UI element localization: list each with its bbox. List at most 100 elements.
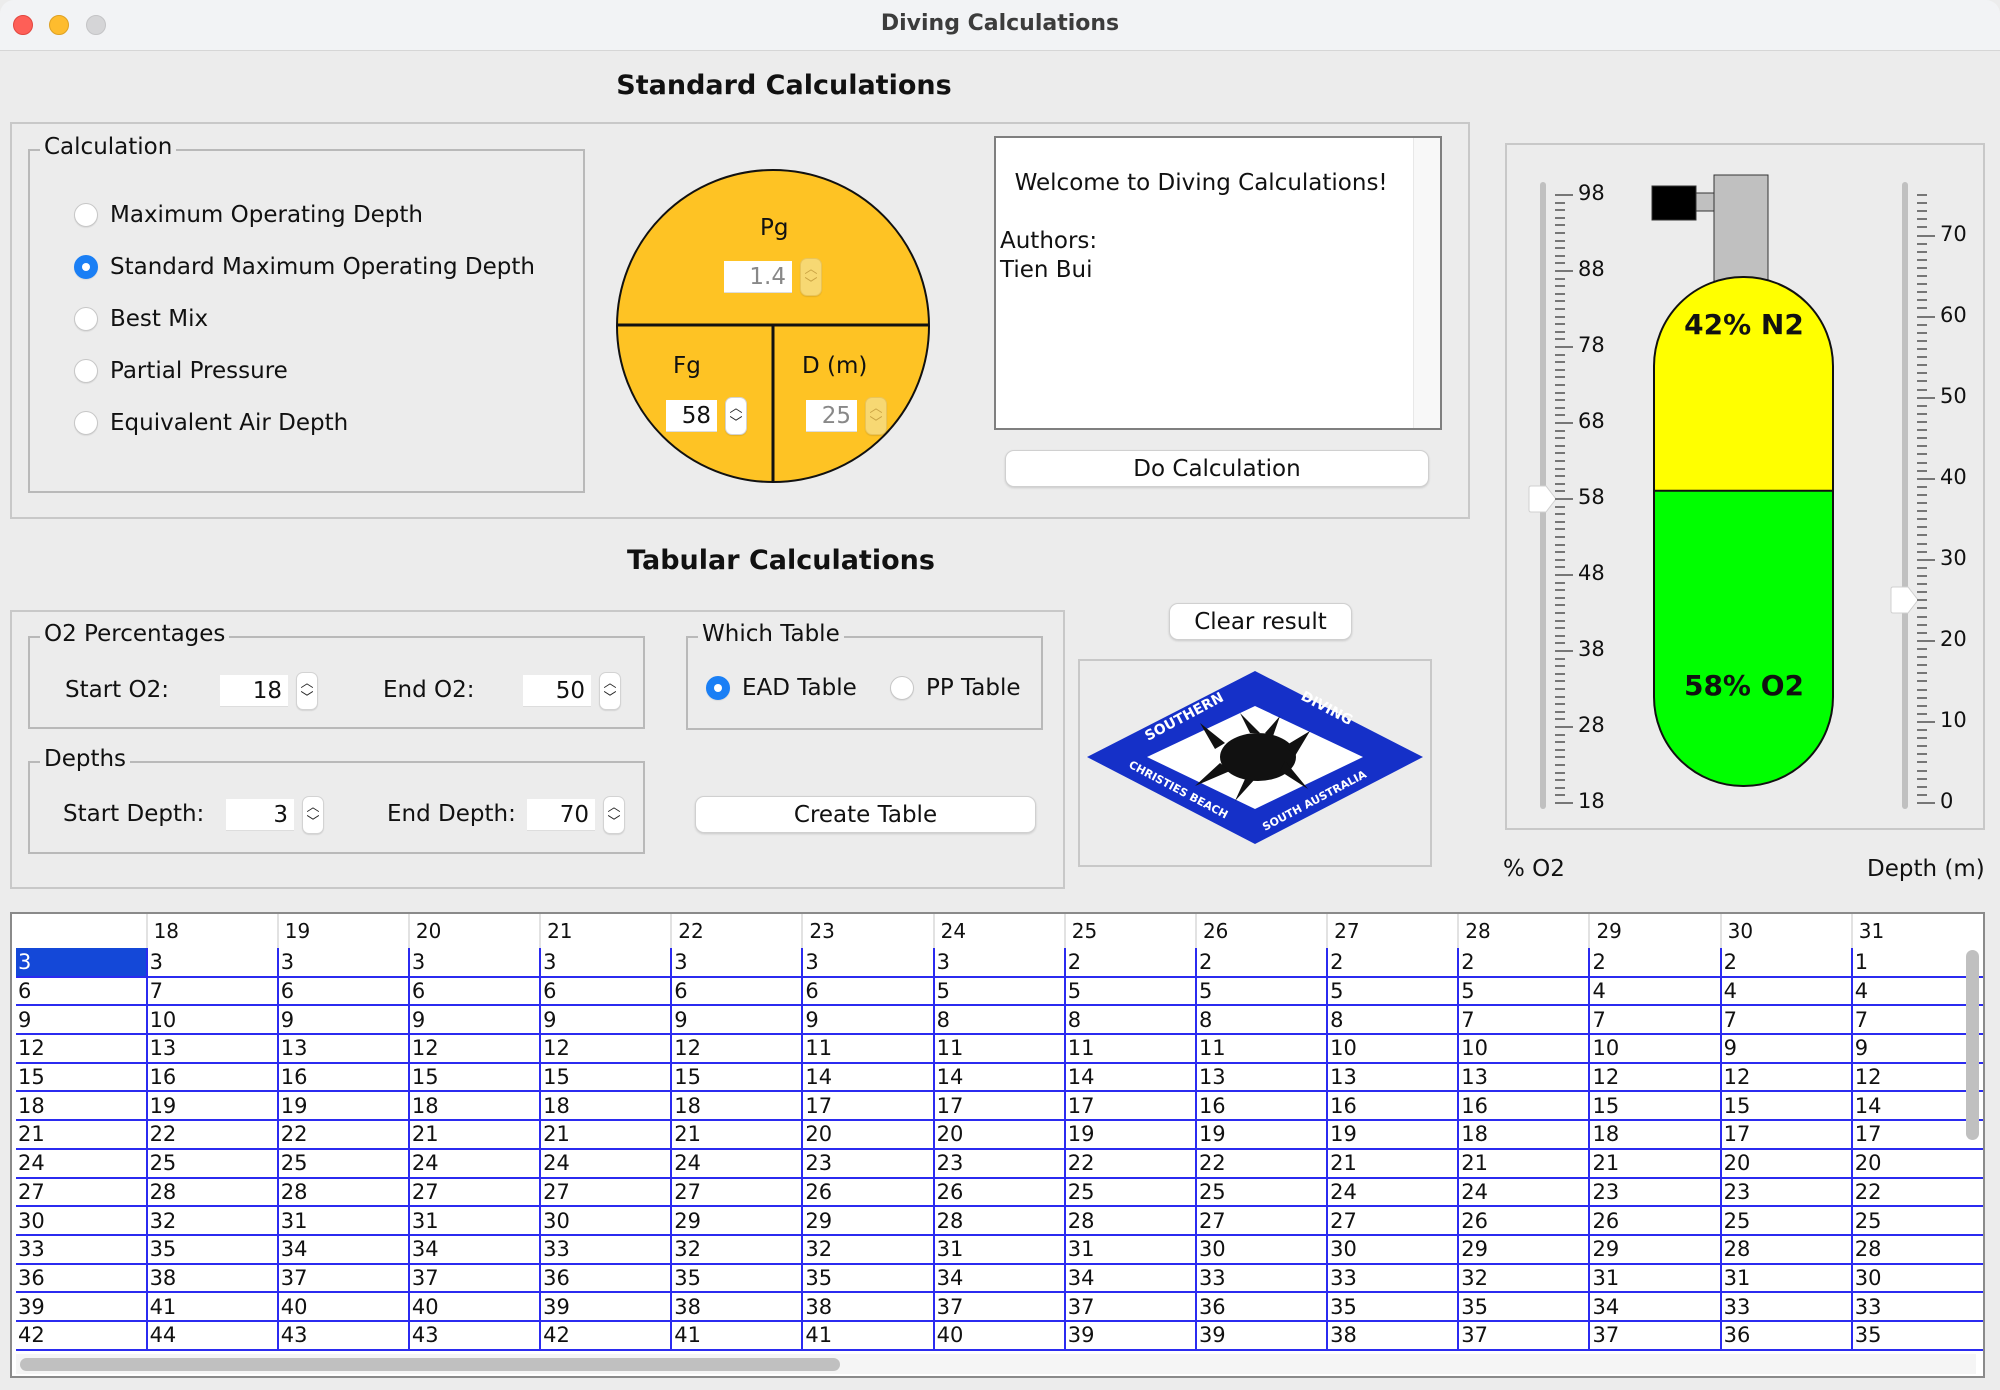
table-row-header-cell[interactable]: 3	[16, 948, 147, 978]
chevron-up-icon[interactable]: ︿	[300, 676, 313, 691]
table-column-header[interactable]: 20	[407, 914, 541, 948]
table-cell[interactable]: 11	[801, 1034, 934, 1064]
table-cell[interactable]: 19	[276, 1091, 409, 1122]
table-row-header-cell[interactable]: 12	[16, 1034, 147, 1064]
table-cell[interactable]: 4	[1850, 976, 1983, 1007]
table-cell[interactable]: 29	[1457, 1234, 1590, 1265]
table-cell[interactable]: 23	[1719, 1177, 1852, 1208]
chevron-up-icon[interactable]: ︿	[729, 401, 742, 416]
table-cell[interactable]: 8	[1326, 1005, 1459, 1036]
table-cell[interactable]: 20	[1850, 1148, 1983, 1179]
depth-spinner-arrows[interactable]: ︿ ﹀	[865, 397, 887, 435]
table-cell[interactable]: 37	[407, 1263, 541, 1294]
table-cell[interactable]: 27	[407, 1177, 541, 1208]
table-cell[interactable]: 4	[1719, 976, 1852, 1007]
start-o2-input[interactable]	[220, 675, 288, 707]
table-cell[interactable]: 13	[276, 1034, 409, 1064]
table-cell[interactable]: 32	[801, 1234, 934, 1265]
table-cell[interactable]: 28	[276, 1177, 409, 1208]
result-table-container[interactable]: 18 19 20 21 22 23 24 25 26 27 28 29 30 31 33333333222…	[10, 912, 1985, 1378]
table-cell[interactable]: 15	[539, 1062, 672, 1093]
table-cell[interactable]: 25	[145, 1148, 278, 1179]
table-cell[interactable]: 11	[1063, 1034, 1196, 1064]
table-cell[interactable]: 26	[801, 1177, 934, 1208]
table-cell[interactable]: 8	[1194, 1005, 1328, 1036]
table-cell[interactable]: 29	[1588, 1234, 1721, 1265]
start-o2-spinner[interactable]: ︿﹀	[220, 672, 318, 710]
table-row-header-cell[interactable]: 9	[16, 1005, 147, 1036]
table-cell[interactable]: 21	[407, 1120, 541, 1150]
table-cell[interactable]: 11	[1194, 1034, 1328, 1064]
table-cell[interactable]: 5	[1063, 976, 1196, 1007]
table-cell[interactable]: 30	[1194, 1234, 1328, 1265]
table-cell[interactable]: 12	[1850, 1062, 1983, 1093]
table-cell[interactable]: 31	[1588, 1263, 1721, 1294]
table-cell[interactable]: 35	[145, 1234, 278, 1265]
table-cell[interactable]: 3	[276, 948, 409, 978]
vertical-scrollbar-thumb[interactable]	[1966, 950, 1979, 1140]
chevron-down-icon[interactable]: ﹀	[729, 416, 742, 431]
table-cell[interactable]: 36	[1194, 1292, 1328, 1322]
table-cell[interactable]: 7	[1850, 1005, 1983, 1036]
table-cell[interactable]: 21	[670, 1120, 803, 1150]
table-cell[interactable]: 9	[1719, 1034, 1852, 1064]
depth-input[interactable]	[806, 400, 857, 432]
radio-button[interactable]	[74, 359, 98, 383]
table-cell[interactable]: 3	[801, 948, 934, 978]
table-cell[interactable]: 23	[801, 1148, 934, 1179]
table-cell[interactable]: 5	[1194, 976, 1328, 1007]
table-cell[interactable]: 16	[1326, 1091, 1459, 1122]
end-o2-spinner[interactable]: ︿﹀	[523, 672, 621, 710]
table-cell[interactable]: 9	[276, 1005, 409, 1036]
table-cell[interactable]: 40	[407, 1292, 541, 1322]
table-cell[interactable]: 15	[1719, 1091, 1852, 1122]
table-row-header-cell[interactable]: 27	[16, 1177, 147, 1208]
table-cell[interactable]: 6	[539, 976, 672, 1007]
table-cell[interactable]: 34	[276, 1234, 409, 1265]
radio-button[interactable]	[890, 676, 914, 700]
clear-result-button[interactable]: Clear result	[1169, 603, 1352, 640]
table-cell[interactable]: 8	[1063, 1005, 1196, 1036]
table-cell[interactable]: 18	[539, 1091, 672, 1122]
table-cell[interactable]: 27	[1326, 1206, 1459, 1236]
table-cell[interactable]: 7	[145, 976, 278, 1007]
table-cell[interactable]: 34	[932, 1263, 1065, 1294]
chevron-up-icon[interactable]: ︿	[869, 401, 882, 416]
table-cell[interactable]: 6	[670, 976, 803, 1007]
table-cell[interactable]: 9	[670, 1005, 803, 1036]
table-cell[interactable]: 3	[145, 948, 278, 978]
table-cell[interactable]: 24	[539, 1148, 672, 1179]
table-column-header[interactable]: 31	[1850, 914, 1983, 948]
table-cell[interactable]: 16	[276, 1062, 409, 1093]
table-cell[interactable]: 29	[801, 1206, 934, 1236]
table-cell[interactable]: 12	[407, 1034, 541, 1064]
table-cell[interactable]: 13	[1457, 1062, 1590, 1093]
end-o2-input[interactable]	[523, 675, 591, 707]
radio-button[interactable]	[74, 203, 98, 227]
table-row-header-cell[interactable]: 15	[16, 1062, 147, 1093]
table-cell[interactable]: 3	[539, 948, 672, 978]
table-cell[interactable]: 6	[407, 976, 541, 1007]
table-cell[interactable]: 37	[1588, 1320, 1721, 1351]
table-cell[interactable]: 31	[1063, 1234, 1196, 1265]
fg-spinner-arrows[interactable]: ︿ ﹀	[725, 397, 747, 435]
fg-spinner[interactable]: ︿﹀	[666, 397, 747, 435]
table-cell[interactable]: 10	[1588, 1034, 1721, 1064]
table-cell[interactable]: 20	[801, 1120, 934, 1150]
table-cell[interactable]: 24	[1457, 1177, 1590, 1208]
table-cell[interactable]: 17	[932, 1091, 1065, 1122]
table-cell[interactable]: 38	[670, 1292, 803, 1322]
table-cell[interactable]: 17	[801, 1091, 934, 1122]
table-cell[interactable]: 2	[1326, 948, 1459, 978]
table-column-header[interactable]: 24	[932, 914, 1065, 948]
table-cell[interactable]: 1	[1850, 948, 1983, 978]
table-cell[interactable]: 41	[801, 1320, 934, 1351]
table-cell[interactable]: 18	[407, 1091, 541, 1122]
table-cell[interactable]: 25	[276, 1148, 409, 1179]
table-column-header[interactable]: 25	[1063, 914, 1196, 948]
table-cell[interactable]: 26	[1588, 1206, 1721, 1236]
table-cell[interactable]: 43	[407, 1320, 541, 1351]
chevron-down-icon[interactable]: ﹀	[300, 691, 313, 706]
table-cell[interactable]: 7	[1457, 1005, 1590, 1036]
table-cell[interactable]: 22	[1850, 1177, 1983, 1208]
